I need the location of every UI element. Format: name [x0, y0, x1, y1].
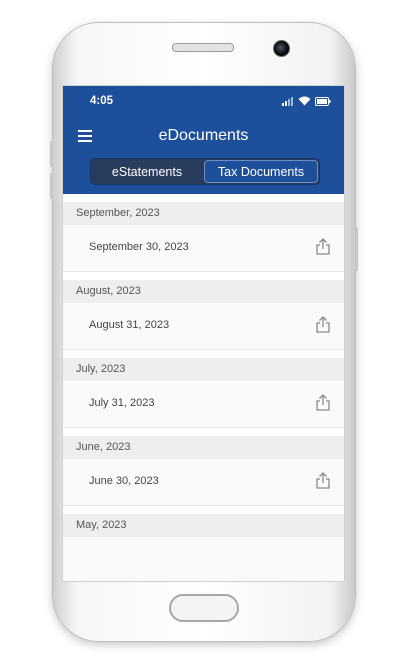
home-button[interactable]	[169, 594, 239, 622]
front-camera	[273, 40, 290, 57]
app-header: 4:05 eDocuments eStatements Tax Document…	[63, 86, 344, 194]
battery-icon	[315, 96, 331, 106]
section-header: May, 2023	[63, 514, 344, 537]
tab-estatements[interactable]: eStatements	[91, 159, 203, 184]
signal-icon	[282, 97, 293, 106]
tab-tax-documents[interactable]: Tax Documents	[204, 160, 318, 183]
section-header: June, 2023	[63, 436, 344, 459]
share-icon[interactable]	[316, 238, 330, 255]
list-item[interactable]: September 30, 2023	[63, 225, 344, 272]
section-header: September, 2023	[63, 202, 344, 225]
documents-list: September, 2023 September 30, 2023 Augus…	[63, 194, 344, 581]
document-date: July 31, 2023	[89, 397, 155, 409]
document-tabs: eStatements Tax Documents	[90, 158, 320, 185]
volume-button	[50, 173, 53, 199]
share-icon[interactable]	[316, 316, 330, 333]
section-header: August, 2023	[63, 280, 344, 303]
document-date: June 30, 2023	[89, 475, 159, 487]
list-item	[63, 537, 344, 581]
wifi-icon	[298, 96, 311, 106]
section-header: July, 2023	[63, 358, 344, 381]
list-item[interactable]: July 31, 2023	[63, 381, 344, 428]
share-icon[interactable]	[316, 472, 330, 489]
document-date: August 31, 2023	[89, 319, 170, 331]
status-icons	[282, 95, 331, 107]
list-item[interactable]: August 31, 2023	[63, 303, 344, 350]
title-row: eDocuments	[63, 122, 344, 150]
page-title: eDocuments	[158, 127, 249, 144]
document-date: September 30, 2023	[89, 241, 189, 253]
status-time: 4:05	[90, 95, 114, 107]
power-button	[355, 227, 358, 271]
share-icon[interactable]	[316, 394, 330, 411]
list-item[interactable]: June 30, 2023	[63, 459, 344, 506]
app-screen: 4:05 eDocuments eStatements Tax Document…	[63, 86, 344, 581]
volume-button	[50, 141, 53, 167]
speaker-grille	[172, 43, 234, 52]
